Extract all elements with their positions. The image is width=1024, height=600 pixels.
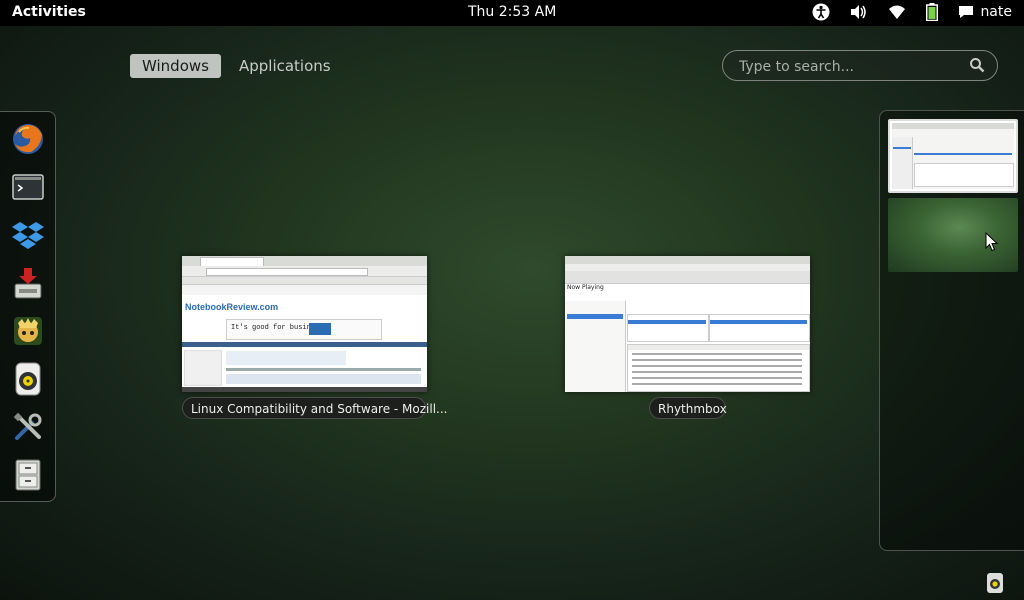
system-tray: nate: [812, 3, 1012, 21]
sidebar-box: [184, 350, 222, 386]
window-thumbnail-firefox[interactable]: NotebookReview.com It's good for busines…: [182, 256, 427, 392]
settings-icon[interactable]: [10, 409, 46, 445]
window-titlebar: [565, 256, 810, 264]
software-installer-icon[interactable]: [10, 265, 46, 301]
status-bar: [182, 387, 427, 392]
track-list: [627, 344, 810, 392]
search-icon: [969, 57, 985, 77]
clock[interactable]: Thu 2:53 AM: [468, 4, 556, 20]
menu-bar: [565, 264, 810, 271]
terminal-icon[interactable]: [10, 169, 46, 205]
workspace-1[interactable]: [888, 119, 1018, 193]
library-selected-item: [567, 314, 623, 319]
tab-windows[interactable]: Windows: [130, 54, 221, 78]
user-name: nate: [980, 4, 1012, 20]
firefox-icon[interactable]: [10, 121, 46, 157]
player-toolbar: [565, 271, 810, 284]
file-cabinet-icon[interactable]: [10, 457, 46, 493]
search-input[interactable]: [737, 56, 961, 78]
dropbox-icon[interactable]: [10, 217, 46, 253]
wifi-icon[interactable]: [888, 4, 906, 20]
chat-icon: [958, 5, 974, 19]
content-table: [226, 374, 421, 384]
volume-icon[interactable]: [850, 4, 868, 20]
workspace-switcher: [879, 110, 1024, 551]
address-bar: [206, 268, 368, 276]
bookmarks-bar: [182, 277, 427, 285]
top-panel: Activities Thu 2:53 AM nate: [0, 0, 1024, 26]
tab-applications[interactable]: Applications: [227, 54, 343, 78]
dash: [0, 111, 56, 502]
ad-button: [309, 323, 331, 335]
game-icon[interactable]: [10, 313, 46, 349]
album-pane: [709, 314, 810, 342]
content-box: [226, 351, 346, 365]
view-selector: Windows Applications: [130, 54, 343, 78]
site-nav: [182, 285, 427, 295]
content-line: [226, 368, 421, 371]
window-title-rhythmbox[interactable]: Rhythmbox: [649, 397, 727, 419]
activities-button[interactable]: Activities: [12, 4, 86, 20]
now-playing-label: Now Playing: [567, 284, 604, 291]
window-thumbnail-rhythmbox[interactable]: Now Playing: [565, 256, 810, 392]
search-box: [722, 50, 998, 81]
notification-rhythmbox-icon[interactable]: [987, 573, 1003, 593]
rhythmbox-icon[interactable]: [10, 361, 46, 397]
artist-pane: [627, 314, 709, 342]
album-selected: [710, 320, 807, 324]
mouse-pointer-icon: [985, 231, 999, 256]
accessibility-icon[interactable]: [812, 3, 830, 21]
battery-icon[interactable]: [926, 3, 939, 21]
site-logo: NotebookReview.com: [185, 302, 279, 312]
ad-banner: It's good for business.: [226, 319, 382, 340]
artist-selected: [628, 320, 706, 324]
window-title-firefox[interactable]: Linux Compatibility and Software - Mozil…: [182, 397, 448, 419]
user-menu[interactable]: nate: [958, 4, 1012, 20]
browser-tab: [200, 257, 264, 266]
site-menu-bar: [182, 342, 427, 347]
